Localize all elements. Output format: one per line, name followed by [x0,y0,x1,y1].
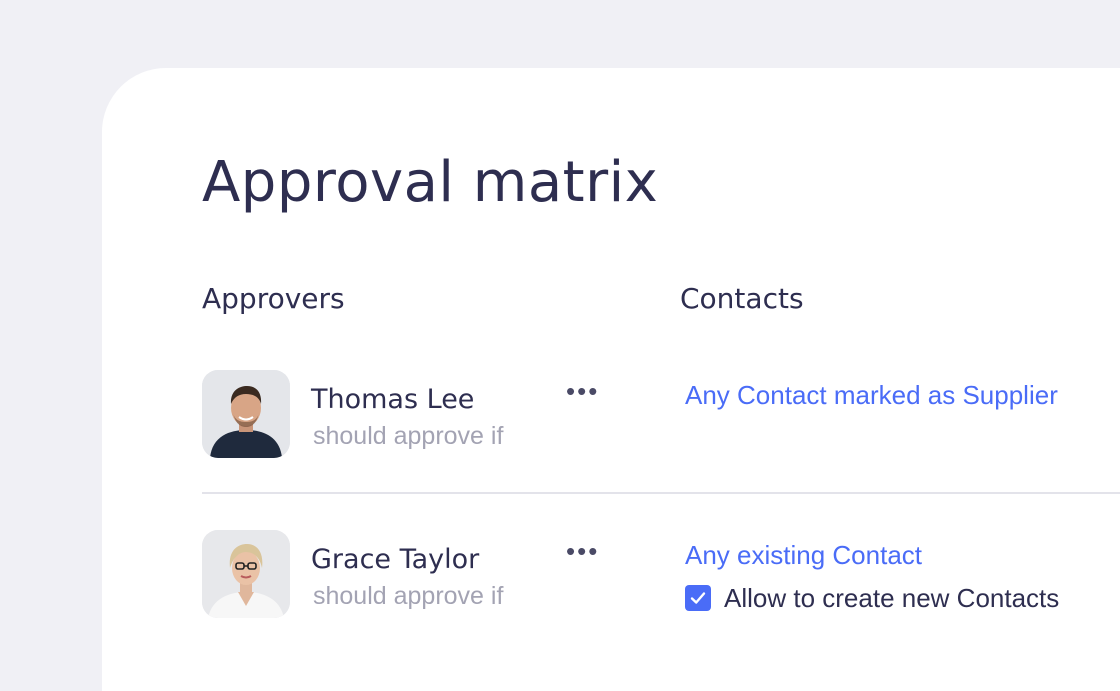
allow-create-contacts-checkbox[interactable]: Allow to create new Contacts [685,583,1059,613]
approver-row: Grace Taylor should approve if ••• Any e… [202,530,1120,618]
page-title: Approval matrix [202,150,659,215]
contacts-column-header: Contacts [680,282,804,315]
contact-rule-link[interactable]: Any Contact marked as Supplier [685,380,1058,411]
contact-rule-link[interactable]: Any existing Contact [685,540,922,571]
approval-condition-text: should approve if [313,422,504,450]
more-options-icon[interactable]: ••• [566,536,599,567]
row-divider [202,492,1120,494]
avatar [202,530,290,618]
approver-name: Thomas Lee [311,384,475,415]
checkbox-label: Allow to create new Contacts [724,582,1060,613]
checkmark-icon[interactable] [685,585,711,611]
avatar [202,370,290,458]
approver-row: Thomas Lee should approve if ••• Any Con… [202,370,1120,458]
approval-condition-text: should approve if [313,582,504,610]
approver-name: Grace Taylor [311,544,480,575]
more-options-icon[interactable]: ••• [566,376,599,407]
approvers-column-header: Approvers [202,282,345,315]
